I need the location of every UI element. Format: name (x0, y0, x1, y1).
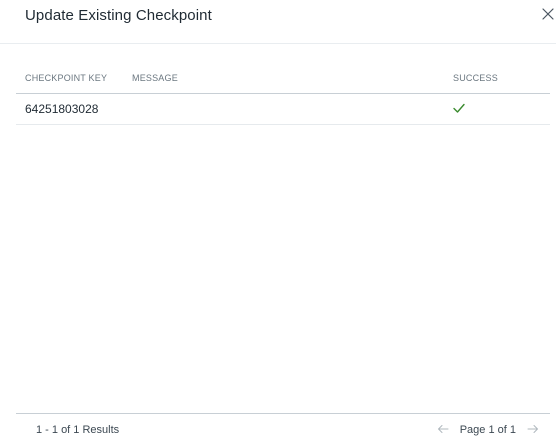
dialog-header: Update Existing Checkpoint (0, 0, 556, 44)
dialog-title: Update Existing Checkpoint (25, 7, 212, 24)
page-indicator: Page 1 of 1 (459, 424, 516, 436)
cell-checkpoint-key: 64251803028 (25, 102, 99, 116)
column-header-checkpoint-key[interactable]: CHECKPOINT KEY (25, 73, 107, 83)
table-footer: 1 - 1 of 1 Results Page 1 of 1 (16, 413, 550, 445)
arrow-left-icon (437, 421, 449, 439)
pagination: Page 1 of 1 (436, 421, 540, 439)
arrow-right-icon (527, 421, 539, 439)
checkpoint-results-table: CHECKPOINT KEY MESSAGE SUCCESS 642518030… (16, 64, 550, 125)
column-header-message[interactable]: MESSAGE (132, 73, 178, 83)
results-count: 1 - 1 of 1 Results (36, 424, 120, 436)
table-header: CHECKPOINT KEY MESSAGE SUCCESS (16, 64, 550, 94)
next-page-button[interactable] (526, 423, 540, 437)
close-button[interactable] (540, 6, 556, 22)
previous-page-button[interactable] (436, 423, 450, 437)
update-checkpoint-dialog: Update Existing Checkpoint CHECKPOINT KE… (0, 0, 556, 445)
checkmark-icon (452, 101, 466, 115)
close-icon (540, 6, 556, 22)
column-header-success[interactable]: SUCCESS (453, 73, 498, 83)
table-row[interactable]: 64251803028 (16, 94, 550, 125)
